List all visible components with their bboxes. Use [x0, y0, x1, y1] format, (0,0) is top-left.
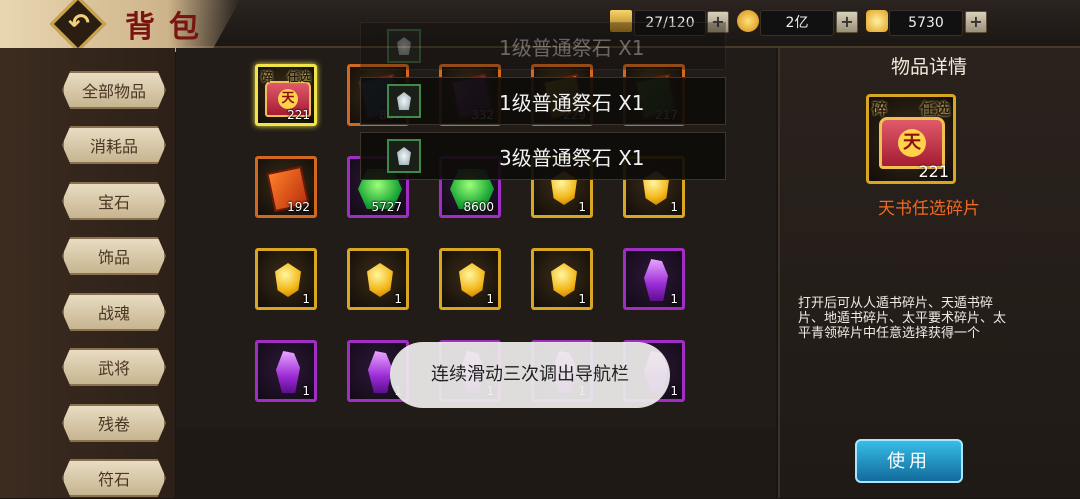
- use-button[interactable]: 使用: [855, 439, 963, 483]
- item-count: 1: [670, 200, 678, 214]
- item-count: 1: [578, 292, 586, 306]
- inventory-slot[interactable]: 1: [439, 248, 501, 310]
- item-count: 1: [302, 384, 310, 398]
- inventory-slot[interactable]: 1: [347, 248, 409, 310]
- reward-text: 1级普通祭石 X1: [499, 91, 645, 115]
- item-count: 1: [578, 200, 586, 214]
- inventory-slot[interactable]: 1: [623, 248, 685, 310]
- inventory-slot[interactable]: 1: [531, 248, 593, 310]
- fragment-tag: 碎: [872, 100, 888, 118]
- add-ingot-button[interactable]: +: [965, 11, 987, 33]
- detail-item-name: 天书任选碎片: [878, 199, 980, 219]
- category-generals[interactable]: 武将: [62, 348, 166, 386]
- detail-item-count: 221: [918, 162, 949, 181]
- inventory-slot[interactable]: 1: [255, 340, 317, 402]
- reward-popup: 1级普通祭石 X1: [360, 22, 726, 70]
- coin-icon: [737, 10, 759, 32]
- yellow-gem-icon: [367, 263, 393, 297]
- stone-icon: [387, 84, 421, 118]
- add-coin-button[interactable]: +: [836, 11, 858, 33]
- item-count: 1: [670, 292, 678, 306]
- item-count: 221: [287, 108, 310, 122]
- choice-tag: 任选: [919, 100, 950, 118]
- item-count: 192: [287, 200, 310, 214]
- yellow-gem-icon: [551, 263, 577, 297]
- choice-tag: 任选: [286, 70, 311, 84]
- yellow-gem-icon: [459, 263, 485, 297]
- reward-text: 1级普通祭石 X1: [499, 36, 645, 60]
- inventory-slot[interactable]: 1: [255, 248, 317, 310]
- category-accessories[interactable]: 饰品: [62, 237, 166, 275]
- back-arrow-icon[interactable]: ↶: [64, 6, 94, 42]
- category-gems[interactable]: 宝石: [62, 182, 166, 220]
- category-all-items[interactable]: 全部物品: [62, 71, 166, 109]
- inventory-slot[interactable]: 天碎任选 221: [255, 64, 317, 126]
- ingot-amount: 5730: [889, 10, 963, 36]
- purple-crystal-icon: [276, 351, 300, 393]
- grid-footer: [176, 428, 776, 498]
- item-count: 1: [670, 384, 678, 398]
- purple-crystal-icon: [368, 351, 392, 393]
- item-count: 1: [302, 292, 310, 306]
- item-count: 1: [486, 292, 494, 306]
- coin-amount: 2亿: [760, 10, 834, 36]
- stone-icon: [387, 139, 421, 173]
- stone-icon: [387, 29, 421, 63]
- category-rune-stones[interactable]: 符石: [62, 459, 166, 497]
- detail-title: 物品详情: [890, 56, 967, 78]
- ingot-icon: [866, 10, 888, 32]
- category-fragments[interactable]: 残卷: [62, 404, 166, 442]
- item-count: 5727: [371, 200, 402, 214]
- chest-mark: 天: [898, 129, 926, 157]
- chest-mark: 天: [278, 89, 298, 109]
- category-war-souls[interactable]: 战魂: [62, 293, 166, 331]
- inventory-slot[interactable]: 192: [255, 156, 317, 218]
- toast-message: 连续滑动三次调出导航栏: [390, 342, 670, 408]
- reward-popup: 3级普通祭石 X1: [360, 132, 726, 180]
- item-count: 1: [394, 292, 402, 306]
- detail-item-icon: 天 碎 任选 221: [866, 94, 956, 184]
- item-count: 8600: [463, 200, 494, 214]
- reward-popup: 1级普通祭石 X1: [360, 77, 726, 125]
- yellow-gem-icon: [275, 263, 301, 297]
- purple-crystal-icon: [644, 259, 668, 301]
- fragment-tag: 碎: [261, 70, 274, 84]
- page-title: 背包: [125, 10, 213, 45]
- reward-text: 3级普通祭石 X1: [499, 146, 645, 170]
- category-consumables[interactable]: 消耗品: [62, 126, 166, 164]
- detail-description: 打开后可从人遁书碎片、天遁书碎片、地遁书碎片、太平要术碎片、太平青领碎片中任意选…: [798, 296, 1007, 341]
